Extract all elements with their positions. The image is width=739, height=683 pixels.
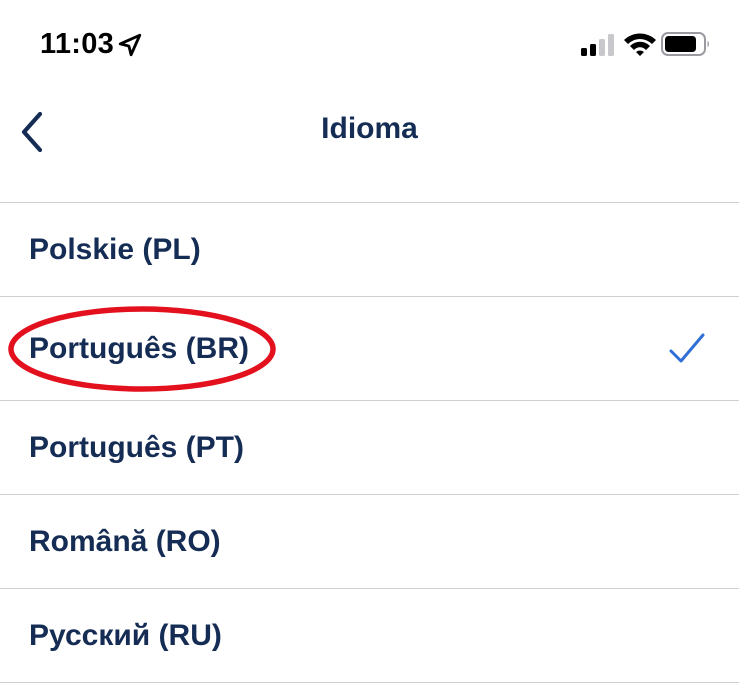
checkmark-icon (669, 333, 705, 362)
language-option-pt-pt[interactable]: Português (PT) (0, 401, 739, 495)
language-label: Română (RO) (29, 524, 221, 558)
language-option-pt-br[interactable]: Português (BR) (0, 297, 739, 401)
language-label: Português (BR) (29, 331, 249, 365)
wifi-icon (624, 33, 656, 56)
cellular-signal-icon (581, 34, 614, 56)
status-time: 11:03 (40, 28, 115, 60)
battery-icon (661, 32, 709, 56)
location-arrow-icon (118, 33, 142, 57)
language-option-pl[interactable]: Polskie (PL) (0, 203, 739, 297)
language-label: Русский (RU) (29, 618, 222, 652)
status-bar: 11:03 (0, 0, 739, 90)
language-option-ro[interactable]: Română (RO) (0, 495, 739, 589)
page-title: Idioma (321, 112, 418, 145)
language-option-ru[interactable]: Русский (RU) (0, 589, 739, 683)
language-list: Polskie (PL) Português (BR) Português (P… (0, 202, 739, 683)
navigation-bar: Idioma (0, 90, 739, 202)
language-label: Polskie (PL) (29, 232, 201, 266)
language-label: Português (PT) (29, 430, 244, 464)
